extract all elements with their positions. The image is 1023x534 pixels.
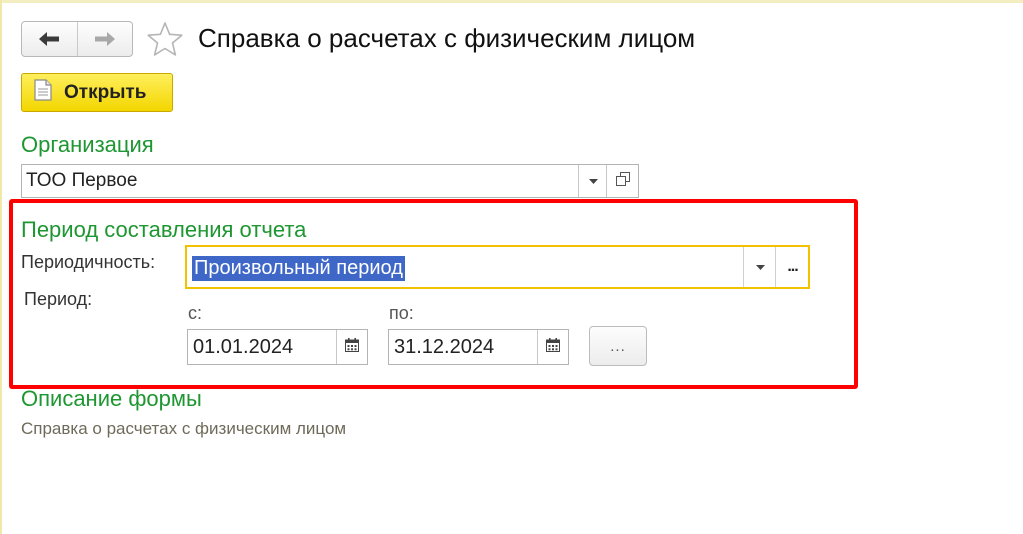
to-label: по: (389, 303, 414, 323)
window-left-edge (0, 0, 2, 534)
chevron-down-icon (755, 258, 765, 276)
arrow-left-icon (38, 31, 60, 47)
periodicity-field[interactable]: Произвольный период ... (185, 245, 810, 289)
periodicity-value: Произвольный период (192, 256, 405, 281)
select-period-button[interactable]: ... (589, 326, 647, 366)
open-window-icon (616, 171, 630, 191)
organization-open-button[interactable] (606, 165, 639, 197)
calendar-icon (345, 337, 359, 357)
chevron-down-icon (588, 172, 598, 190)
forward-button[interactable] (76, 22, 133, 56)
from-date-calendar-button[interactable] (336, 330, 367, 364)
periodicity-select-button[interactable]: ... (775, 247, 809, 287)
navigation-buttons (21, 21, 133, 57)
calendar-icon (546, 337, 560, 357)
arrow-right-icon (94, 31, 116, 47)
page-title: Справка о расчетах с физическим лицом (198, 23, 696, 53)
periodicity-label: Периодичность: (21, 252, 156, 272)
favorite-button[interactable] (146, 21, 184, 57)
period-label: Период: (24, 289, 93, 309)
open-button[interactable]: Открыть (21, 73, 173, 112)
from-date-field[interactable]: 01.01.2024 (187, 329, 368, 365)
description-section-title: Описание формы (21, 386, 202, 411)
window-top-edge (0, 0, 1023, 3)
organization-section-title: Организация (21, 132, 154, 157)
document-icon (34, 79, 52, 106)
organization-dropdown-button[interactable] (578, 165, 607, 197)
periodicity-dropdown-button[interactable] (743, 247, 776, 287)
organization-field[interactable]: ТОО Первое (21, 164, 639, 198)
back-button[interactable] (22, 22, 77, 56)
star-outline-icon (146, 22, 184, 61)
description-text: Справка о расчетах с физическим лицом (21, 419, 347, 438)
period-section-title: Период составления отчета (21, 217, 307, 242)
from-date-value: 01.01.2024 (193, 336, 294, 358)
from-label: с: (188, 303, 203, 323)
to-date-value: 31.12.2024 (394, 336, 495, 358)
open-button-label: Открыть (64, 81, 147, 103)
to-date-field[interactable]: 31.12.2024 (388, 329, 569, 365)
to-date-calendar-button[interactable] (537, 330, 568, 364)
organization-value: ТОО Первое (26, 170, 138, 191)
